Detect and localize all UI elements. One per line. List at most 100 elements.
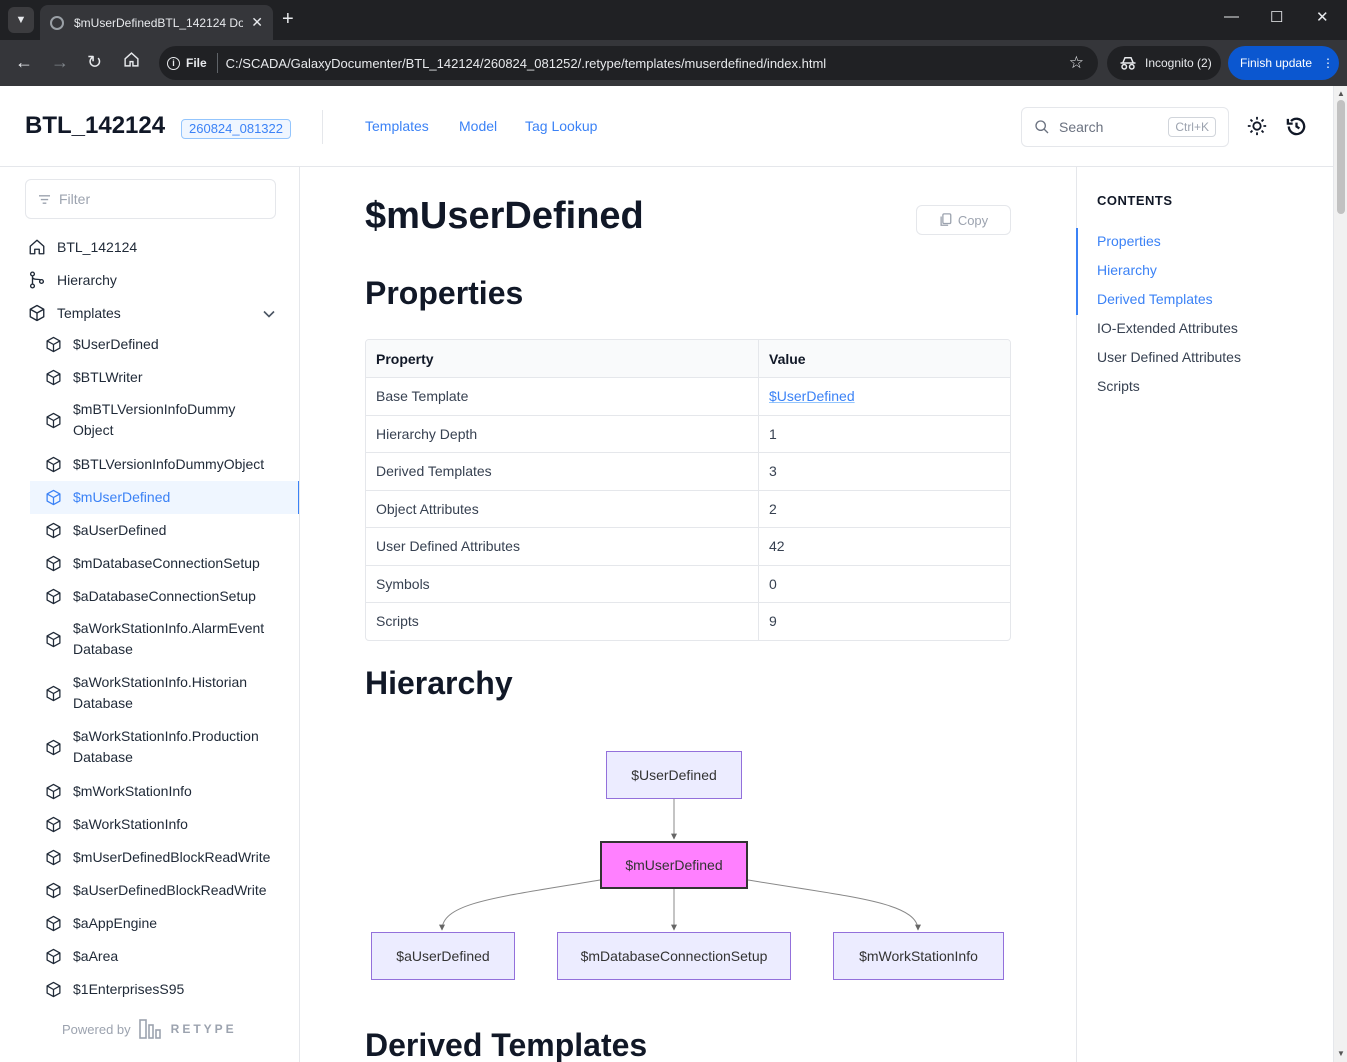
bookmark-star-icon[interactable]: ☆ <box>1069 53 1084 73</box>
home-icon <box>29 239 45 255</box>
sidebar-template-item[interactable]: $mBTLVersionInfoDummy Object <box>30 394 299 446</box>
incognito-button[interactable]: Incognito (2) <box>1107 46 1221 80</box>
table-cell: 1 <box>769 425 777 442</box>
sidebar-template-item[interactable]: $aDatabaseConnectionSetup <box>30 580 299 613</box>
history-icon <box>1286 117 1306 136</box>
sidebar-item-home[interactable]: BTL_142124 <box>28 237 137 258</box>
scroll-down-icon[interactable]: ▼ <box>1337 1049 1345 1058</box>
base-template-link[interactable]: $UserDefined <box>769 388 855 404</box>
table-row: Object Attributes 2 <box>366 489 1010 527</box>
sidebar-template-item[interactable]: $mUserDefined <box>30 481 299 514</box>
browser-tab[interactable]: $mUserDefinedBTL_142124 Doc ✕ <box>40 5 273 40</box>
powered-by[interactable]: Powered by RETYPE <box>62 1019 237 1039</box>
sidebar-template-item[interactable]: $aWorkStationInfo <box>30 808 299 841</box>
table-row: Base Template $UserDefined <box>366 377 1010 415</box>
cube-icon <box>46 915 61 932</box>
cube-icon <box>46 456 61 473</box>
sidebar-template-label: $mDatabaseConnectionSetup <box>73 555 260 571</box>
toc-item-properties[interactable]: Properties <box>1097 233 1161 249</box>
close-window-button[interactable]: ✕ <box>1316 8 1329 26</box>
table-row: Scripts 9 <box>366 602 1010 640</box>
toc-item-derived-templates[interactable]: Derived Templates <box>1097 291 1213 307</box>
minimize-button[interactable]: — <box>1224 8 1239 25</box>
nav-link-model[interactable]: Model <box>459 118 497 134</box>
sidebar-template-item[interactable]: $mDatabaseConnectionSetup <box>30 547 299 580</box>
scrollbar-thumb[interactable] <box>1337 100 1345 214</box>
sidebar-template-label: $BTLVersionInfoDummyObject <box>73 456 265 472</box>
page-scrollbar[interactable]: ▲ ▼ <box>1333 86 1347 1062</box>
powered-by-label: Powered by <box>62 1021 131 1037</box>
table-of-contents: CONTENTS Properties Hierarchy Derived Te… <box>1076 167 1333 1062</box>
sidebar-template-item[interactable]: $aWorkStationInfo.AlarmEvent Database <box>30 613 299 665</box>
theme-toggle-button[interactable] <box>1246 115 1268 141</box>
sidebar-item-hierarchy[interactable]: Hierarchy <box>28 270 117 291</box>
sidebar-template-item[interactable]: $aUserDefinedBlockReadWrite <box>30 874 299 907</box>
retype-brand: RETYPE <box>170 1022 237 1036</box>
back-button[interactable]: ← <box>15 51 33 73</box>
sidebar-item-label: BTL_142124 <box>57 239 138 255</box>
sidebar-template-item[interactable]: $aAppEngine <box>30 907 299 940</box>
toc-item-scripts[interactable]: Scripts <box>1097 378 1140 394</box>
sidebar-template-item[interactable]: $aUserDefined <box>30 514 299 547</box>
scroll-up-icon[interactable]: ▲ <box>1337 89 1345 98</box>
file-label: File <box>186 56 207 70</box>
filter-icon <box>39 194 50 204</box>
finish-update-button[interactable]: Finish update ⋮ <box>1228 46 1339 80</box>
sidebar-template-item[interactable]: $BTLVersionInfoDummyObject <box>30 448 299 481</box>
home-button[interactable] <box>123 51 140 73</box>
close-tab-icon[interactable]: ✕ <box>251 14 263 31</box>
search-input[interactable]: Search Ctrl+K <box>1021 107 1229 147</box>
history-button[interactable] <box>1285 115 1308 143</box>
diagram-node-child[interactable]: $mWorkStationInfo <box>833 932 1004 980</box>
sidebar-template-label: $aUserDefined <box>73 522 167 538</box>
git-branch-icon <box>29 271 45 289</box>
table-row: Hierarchy Depth 1 <box>366 414 1010 452</box>
nav-link-tag-lookup[interactable]: Tag Lookup <box>525 118 597 134</box>
toc-item-io-extended-attributes[interactable]: IO-Extended Attributes <box>1097 320 1238 336</box>
sidebar-item-templates[interactable]: Templates <box>28 303 121 324</box>
url-text[interactable]: C:/SCADA/GalaxyDocumenter/BTL_142124/260… <box>226 56 827 71</box>
info-icon: i <box>167 56 180 70</box>
sidebar-template-label: $aDatabaseConnectionSetup <box>73 588 256 604</box>
sidebar-template-item[interactable]: $mUserDefinedBlockReadWrite <box>30 841 299 874</box>
diagram-node-child[interactable]: $mDatabaseConnectionSetup <box>557 932 791 980</box>
sidebar-template-item[interactable]: $aWorkStationInfo.Historian Database <box>30 667 299 719</box>
filter-placeholder: Filter <box>59 191 91 207</box>
sidebar-template-item[interactable]: $aWorkStationInfo.Production Database <box>30 721 299 773</box>
sidebar-template-label: $aWorkStationInfo.Historian Database <box>73 674 248 711</box>
sidebar-template-item[interactable]: $1EnterprisesS95 <box>30 973 299 1006</box>
chevron-down-icon[interactable] <box>262 307 276 321</box>
sidebar-template-item[interactable]: $UserDefined <box>30 328 299 361</box>
toc-item-hierarchy[interactable]: Hierarchy <box>1097 262 1157 278</box>
table-cell: Symbols <box>366 565 759 602</box>
filter-input[interactable]: Filter <box>25 179 276 219</box>
properties-table: Property Value Base Template $UserDefine… <box>365 339 1011 641</box>
maximize-button[interactable]: ☐ <box>1270 8 1283 26</box>
derived-templates-heading: Derived Templates <box>365 1027 648 1062</box>
site-logo[interactable]: BTL_142124 <box>25 112 165 140</box>
version-badge: 260824_081322 <box>181 119 291 139</box>
cube-icon <box>46 489 61 506</box>
cube-icon <box>46 631 61 647</box>
cube-icon <box>46 948 61 965</box>
copy-button[interactable]: Copy <box>916 205 1011 235</box>
sidebar-template-item[interactable]: $BTLWriter <box>30 361 299 394</box>
tab-search-button[interactable]: ▼ <box>8 7 34 33</box>
sidebar-template-label: $aWorkStationInfo <box>73 816 188 832</box>
new-tab-button[interactable]: + <box>282 8 294 30</box>
nav-link-templates[interactable]: Templates <box>365 118 429 134</box>
sidebar-template-label: $1EnterprisesS95 <box>73 981 185 997</box>
header-divider <box>322 110 323 144</box>
sidebar-template-item[interactable]: $aArea <box>30 940 299 973</box>
diagram-node-child[interactable]: $aUserDefined <box>371 932 515 980</box>
edge-current-child-1 <box>439 879 601 931</box>
site-info-chip[interactable]: i File <box>167 53 218 73</box>
forward-button[interactable]: → <box>51 51 69 73</box>
sidebar-template-item[interactable]: $mWorkStationInfo <box>30 775 299 808</box>
reload-button[interactable]: ↻ <box>87 51 102 73</box>
diagram-node-parent[interactable]: $UserDefined <box>606 751 742 799</box>
toc-item-user-defined-attributes[interactable]: User Defined Attributes <box>1097 349 1241 365</box>
cube-icon <box>46 522 61 539</box>
diagram-node-current[interactable]: $mUserDefined <box>600 841 748 889</box>
address-bar[interactable]: i File C:/SCADA/GalaxyDocumenter/BTL_142… <box>159 46 1098 80</box>
